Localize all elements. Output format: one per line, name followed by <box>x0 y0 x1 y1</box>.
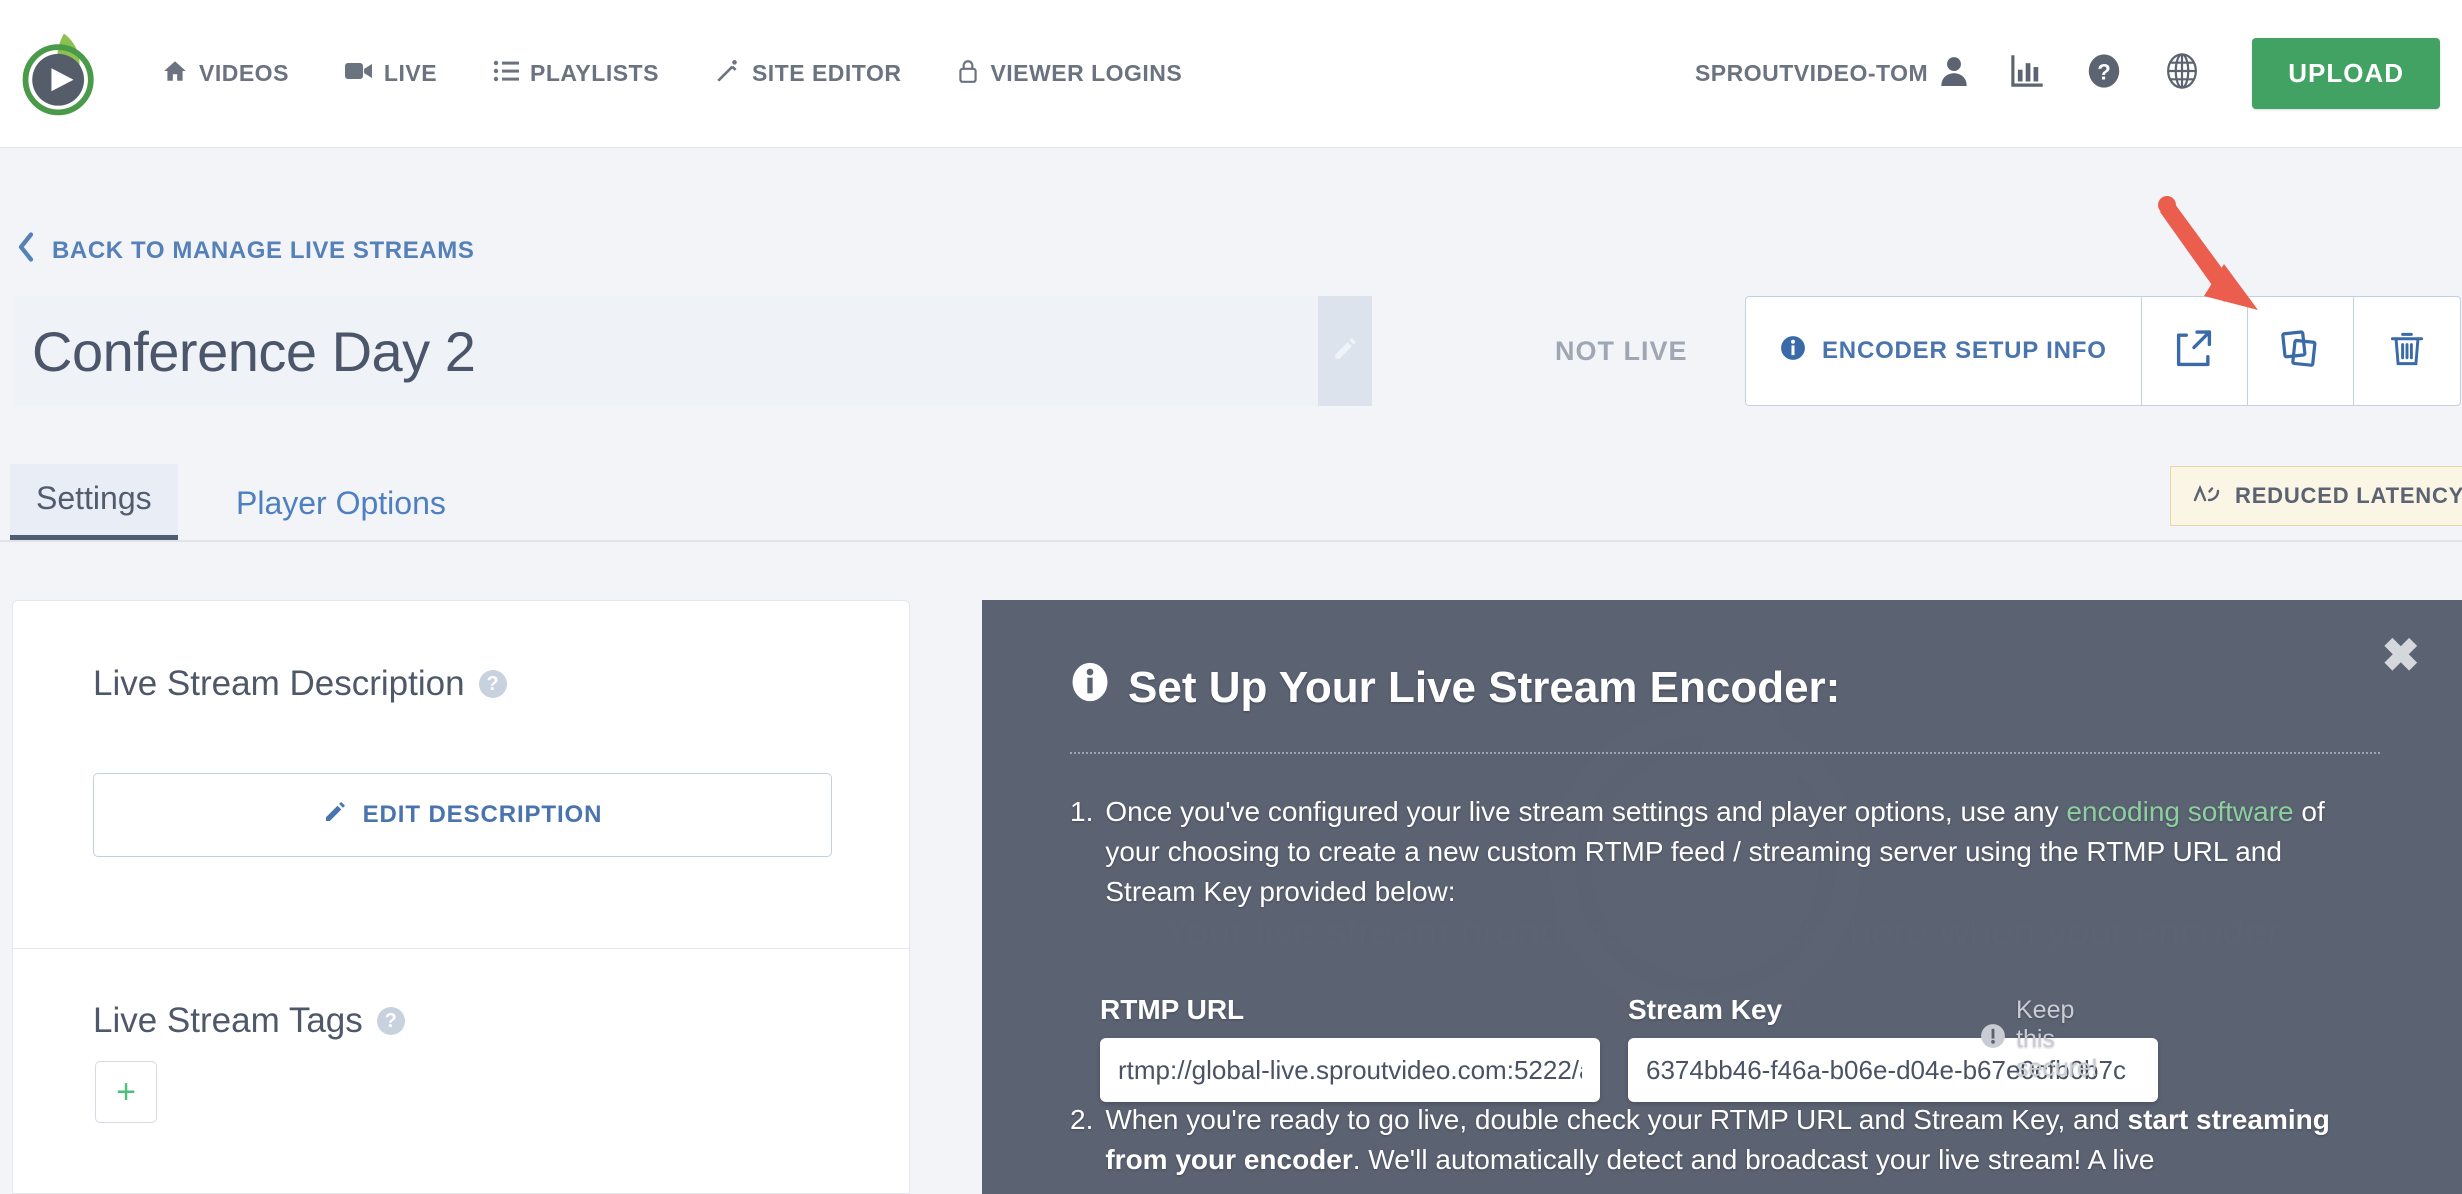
tab-player-options[interactable]: Player Options <box>210 469 472 540</box>
nav-label: PLAYLISTS <box>530 60 659 86</box>
page-title: Conference Day 2 <box>32 319 476 383</box>
step-number: 1. <box>1070 796 1094 827</box>
nav-label: SITE EDITOR <box>751 60 902 86</box>
info-icon <box>1780 335 1806 368</box>
reduced-latency-label: REDUCED LATENCY <box>2235 483 2462 508</box>
share-icon <box>2174 329 2214 374</box>
nav-item-site-editor[interactable]: SITE EDITOR <box>715 58 902 90</box>
status-badge: NOT LIVE <box>1555 336 1688 366</box>
step-number: 2. <box>1070 1104 1094 1135</box>
help-icon-description[interactable]: ? <box>478 670 507 698</box>
top-navigation-bar: VIDEOS LIVE PLAYLISTS SITE EDITOR VIEWER… <box>0 0 2462 148</box>
step-2-part-2: . We'll automatically detect and broadca… <box>1352 1143 2155 1175</box>
duplicate-icon <box>2280 329 2320 374</box>
reduced-latency-badge: REDUCED LATENCY <box>2170 466 2462 526</box>
step-2-text: When you're ready to go live, double che… <box>1105 1100 2390 1180</box>
sproutvideo-logo[interactable] <box>14 26 110 122</box>
live-stream-description-heading: Live Stream Description ? <box>93 664 507 704</box>
magic-wand-icon <box>715 58 741 90</box>
back-link-label: BACK TO MANAGE LIVE STREAMS <box>52 236 475 264</box>
main-nav-items: VIDEOS LIVE PLAYLISTS SITE EDITOR VIEWER… <box>162 58 1238 90</box>
live-stream-tags-heading: Live Stream Tags ? <box>93 1001 405 1041</box>
speedometer-icon <box>2193 483 2221 509</box>
bar-chart-icon <box>2010 54 2044 93</box>
globe-button[interactable] <box>2164 53 2200 94</box>
home-icon <box>162 58 188 90</box>
pencil-icon <box>1332 336 1358 367</box>
account-menu[interactable]: SPROUTVIDEO-TOM <box>1695 56 1968 92</box>
duplicate-button[interactable] <box>2248 297 2354 405</box>
step-1-text: Once you've configured your live stream … <box>1105 792 2370 911</box>
step-1-part-1: Once you've configured your live stream … <box>1105 796 2067 827</box>
edit-title-button[interactable] <box>1318 296 1372 406</box>
user-icon <box>1940 56 1968 92</box>
help-icon-tags[interactable]: ? <box>376 1007 405 1035</box>
step-2-part-1: When you're ready to go live, double che… <box>1105 1104 2128 1135</box>
pencil-icon <box>323 800 347 831</box>
info-icon <box>1070 662 1110 713</box>
tab-settings[interactable]: Settings <box>10 464 178 540</box>
keep-secure-label: Keep this secure! <box>2016 996 2098 1082</box>
encoding-software-link[interactable]: encoding software <box>2066 796 2293 827</box>
rtmp-url-label: RTMP URL <box>1100 994 1245 1025</box>
globe-icon <box>2164 53 2200 94</box>
modal-title-text: Set Up Your Live Stream Encoder: <box>1128 662 1841 712</box>
close-icon[interactable]: ✖ <box>2381 632 2420 678</box>
edit-description-button[interactable]: EDIT DESCRIPTION <box>93 773 832 857</box>
list-icon <box>493 60 520 88</box>
nav-item-live[interactable]: LIVE <box>344 60 438 88</box>
trash-icon <box>2388 330 2426 373</box>
stream-action-button-group: ENCODER SETUP INFO <box>1745 296 2461 406</box>
encoder-step-2: 2. When you're ready to go live, double … <box>1070 1100 2390 1180</box>
share-button[interactable] <box>2142 297 2248 405</box>
nav-label: VIDEOS <box>199 60 289 86</box>
lock-icon <box>957 58 979 90</box>
encoder-setup-info-button[interactable]: ENCODER SETUP INFO <box>1746 297 2142 405</box>
card-divider <box>13 948 911 949</box>
upload-button[interactable]: UPLOAD <box>2252 38 2440 109</box>
keep-secure-note: Keep this secure! <box>1980 996 2098 1083</box>
encoder-setup-info-label: ENCODER SETUP INFO <box>1822 337 2107 364</box>
encoder-setup-modal: ✖ Set Up Your Live Stream Encoder: 1. On… <box>982 600 2462 1194</box>
modal-title: Set Up Your Live Stream Encoder: <box>1070 662 1840 713</box>
chevron-left-icon <box>16 232 36 269</box>
svg-text:?: ? <box>2097 59 2111 84</box>
section-title-text: Live Stream Description <box>93 664 465 703</box>
nav-item-videos[interactable]: VIDEOS <box>162 58 289 90</box>
encoder-step-1: 1. Once you've configured your live stre… <box>1070 792 2370 911</box>
settings-left-card: Live Stream Description ? EDIT DESCRIPTI… <box>12 600 911 1194</box>
modal-divider <box>1070 752 2380 754</box>
question-mark-icon: ? <box>2086 53 2122 94</box>
edit-description-label: EDIT DESCRIPTION <box>362 801 603 828</box>
delete-button[interactable] <box>2354 297 2460 405</box>
back-to-manage-live-streams-link[interactable]: BACK TO MANAGE LIVE STREAMS <box>16 232 474 269</box>
rtmp-url-input[interactable] <box>1100 1038 1600 1102</box>
nav-right-group: SPROUTVIDEO-TOM ? UPLOAD <box>1695 38 2440 109</box>
stream-title-field[interactable]: Conference Day 2 <box>14 296 1372 406</box>
nav-label: VIEWER LOGINS <box>990 60 1183 86</box>
nav-item-viewer-logins[interactable]: VIEWER LOGINS <box>957 58 1182 90</box>
video-camera-icon <box>344 60 373 88</box>
nav-label: LIVE <box>383 60 438 86</box>
nav-item-playlists[interactable]: PLAYLISTS <box>493 60 659 88</box>
rtmp-url-field-group: RTMP URL <box>1100 994 1600 1102</box>
account-label: SPROUTVIDEO-TOM <box>1694 60 1929 86</box>
section-title-text: Live Stream Tags <box>93 1001 363 1040</box>
analytics-button[interactable] <box>2010 54 2044 93</box>
tab-bar: Settings Player Options <box>0 464 2462 542</box>
warning-icon <box>1980 1023 2006 1056</box>
help-button[interactable]: ? <box>2086 53 2122 94</box>
add-tag-button[interactable]: + <box>95 1061 157 1123</box>
